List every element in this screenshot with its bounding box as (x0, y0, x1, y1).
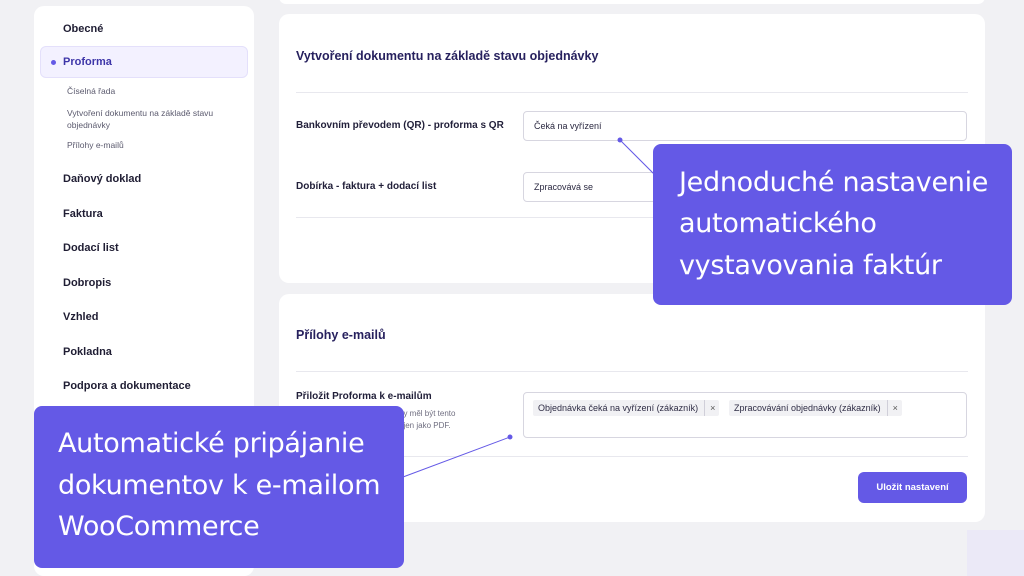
field-help-line1: by měl být tento (399, 409, 456, 418)
remove-tag-icon[interactable]: × (886, 400, 898, 416)
sidebar-subitem-vytvoreni-dokumentu[interactable]: Vytvoření dokumentu na základě stavu obj… (67, 107, 237, 131)
divider (296, 92, 968, 93)
callout-email-attachments: Automatické pripájanie dokumentov k e-ma… (34, 406, 404, 568)
save-settings-button[interactable]: Uložit nastavení (858, 472, 967, 503)
divider (296, 371, 968, 372)
callout-line: dokumentov k e-mailom (58, 470, 381, 501)
field-label-cash-on-delivery: Dobírka - faktura + dodací list (296, 181, 437, 192)
tag-label: Objednávka čeká na vyřízení (zákazník) (538, 403, 699, 413)
sidebar-item-proforma[interactable]: Proforma (40, 46, 248, 78)
callout-line: Automatické pripájanie (58, 428, 365, 459)
tag-label: Zpracovávání objednávky (zákazník) (734, 403, 881, 413)
sidebar-subitem-ciselna-rada[interactable]: Číselná řada (67, 85, 237, 97)
field-label-bank-transfer: Bankovním převodem (QR) - proforma s QR (296, 120, 504, 131)
email-attachments-multiselect[interactable]: Objednávka čeká na vyřízení (zákazník) ×… (523, 392, 967, 438)
callout-line: WooCommerce (58, 511, 260, 542)
sidebar-subitem-prilohy-emailu[interactable]: Přílohy e-mailů (67, 139, 237, 151)
sidebar-item-vzhled[interactable]: Vzhled (63, 311, 98, 323)
sidebar-item-podpora[interactable]: Podpora a dokumentace (63, 380, 191, 392)
field-label-attach-proforma: Přiložit Proforma k e-mailům (296, 391, 432, 402)
callout-line: Jednoduché nastavenie (679, 167, 989, 198)
previous-section-card (279, 0, 985, 4)
sidebar-item-obecne[interactable]: Obecné (63, 23, 103, 35)
field-help-line2: ojen jako PDF. (399, 421, 451, 430)
sidebar-item-pokladna[interactable]: Pokladna (63, 346, 112, 358)
sidebar-item-dodaci-list[interactable]: Dodací list (63, 242, 119, 254)
bank-transfer-status-select[interactable]: Čeká na vyřízení (523, 111, 967, 141)
remove-tag-icon[interactable]: × (704, 400, 715, 416)
tag-order-processing: Zpracovávání objednávky (zákazník) × (729, 400, 902, 416)
sidebar-item-label: Proforma (63, 56, 112, 68)
tag-order-pending: Objednávka čeká na vyřízení (zákazník) × (533, 400, 720, 416)
active-dot-icon (51, 60, 56, 65)
corner-decoration (967, 530, 1024, 576)
callout-invoice-automation: Jednoduché nastavenie automatického vyst… (653, 144, 1012, 305)
callout-line: automatického (679, 208, 877, 239)
sidebar-item-danovy-doklad[interactable]: Daňový doklad (63, 173, 141, 185)
sidebar-item-faktura[interactable]: Faktura (63, 208, 103, 220)
sidebar-item-dobropis[interactable]: Dobropis (63, 277, 111, 289)
callout-line: vystavovania faktúr (679, 250, 942, 281)
section-title: Vytvoření dokumentu na základě stavu obj… (296, 49, 599, 63)
section-title: Přílohy e-mailů (296, 328, 386, 342)
